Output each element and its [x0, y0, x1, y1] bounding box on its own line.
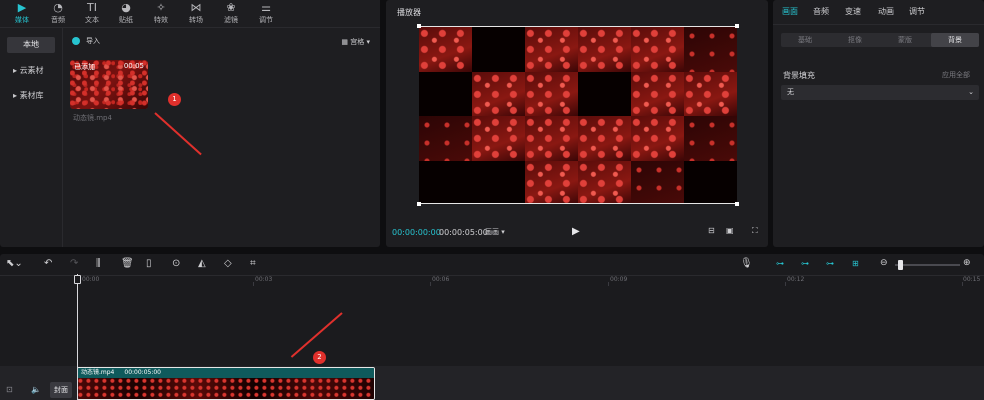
sidebar-item-cloud[interactable]: ▸ 云素材	[7, 63, 55, 79]
annotation-badge-2: 2	[313, 351, 326, 364]
preview-axis-icon[interactable]: ⊞	[852, 259, 859, 268]
clip-header: 动态镜.mp4 00:00:05:00	[78, 368, 374, 378]
chevron-down-icon: ⌄	[968, 88, 974, 96]
effects-icon: ✧	[156, 1, 166, 14]
background-fill-select[interactable]: 无 ⌄	[781, 85, 979, 100]
timeline-toolbar: ⬉⌄ ↶ ↷ ⫼ 🗑 ▯ ⊙ ◭ ◇ ⌗ 🎙 ⊶ ⊶ ⊶ ⊞ ⊖ ⊕	[0, 254, 984, 276]
track-mute-icon[interactable]: 🔈	[31, 385, 41, 394]
mirror-icon[interactable]: ◭	[198, 258, 206, 269]
quality-icon[interactable]: ▣	[726, 226, 734, 235]
adjust-icon: ⚌	[261, 1, 271, 14]
ruler-label: 00:15	[963, 276, 981, 283]
zoom-slider-handle[interactable]	[898, 260, 903, 270]
track-lock-icon[interactable]: ⊡	[6, 385, 13, 394]
player-title: 播放器	[397, 8, 421, 17]
tab-speed[interactable]: 变速	[845, 6, 861, 17]
crop-icon[interactable]: ⌗	[250, 258, 256, 269]
tab-filter[interactable]: ❀ 滤镜	[215, 0, 247, 28]
split-icon[interactable]: ⫼	[96, 258, 101, 269]
ruler-label: 00:12	[787, 276, 805, 283]
tab-picture[interactable]: 画面	[782, 6, 798, 17]
timeline-panel: ⬉⌄ ↶ ↷ ⫼ 🗑 ▯ ⊙ ◭ ◇ ⌗ 🎙 ⊶ ⊶ ⊶ ⊞ ⊖ ⊕ 00:00…	[0, 254, 984, 400]
sidebar-item-library[interactable]: ▸ 素材库	[7, 88, 55, 104]
inspector-panel: 画面 音频 变速 动画 调节 基础 抠像 蒙版 背景 背景填充 应用全部 无 ⌄	[773, 0, 984, 247]
ruler-label: 00:09	[610, 276, 628, 283]
transition-icon: ⋈	[190, 1, 202, 14]
clip-frames	[78, 378, 374, 399]
select-tool-icon[interactable]: ⬉⌄	[6, 258, 23, 269]
link-main-track-icon[interactable]: ⊶	[776, 259, 784, 268]
audio-icon: ◔	[53, 1, 63, 14]
subtab-background[interactable]: 背景	[931, 33, 979, 47]
playhead[interactable]	[77, 274, 78, 400]
timeline-clip[interactable]: 动态镜.mp4 00:00:05:00	[77, 367, 375, 400]
annotation-arrow-1	[154, 112, 202, 156]
inspector-subtabs: 基础 抠像 蒙版 背景	[781, 33, 979, 47]
ruler-label: 00:06	[432, 276, 450, 283]
reverse-icon[interactable]: ⊙	[172, 258, 180, 269]
tab-effects[interactable]: ✧ 特效	[145, 0, 177, 28]
tab-inspector-audio[interactable]: 音频	[813, 6, 829, 17]
clip-filename: 动态镜.mp4	[73, 114, 112, 122]
ratio-dropdown[interactable]: 画画 ▾	[485, 227, 505, 237]
sticker-icon: ◕	[121, 1, 131, 14]
background-fill-title: 背景填充	[783, 71, 815, 80]
text-icon: TI	[87, 1, 97, 14]
tab-adjust[interactable]: ⚌ 调节	[250, 0, 282, 28]
media-panel: ▶ 媒体 ◔ 音频 TI 文本 ◕ 贴纸 ✧ 特效 ⋈ 转场 ❀ 滤镜 ⚌ 调节 本地 ▸ 云素…	[0, 0, 380, 247]
zoom-in-icon[interactable]: ⊕	[963, 258, 971, 268]
ruler-label: 00:00	[82, 276, 100, 283]
waveform-icon[interactable]: ⊟	[708, 226, 715, 235]
zoom-slider[interactable]	[895, 264, 960, 266]
current-time: 00:00:00:00	[392, 228, 441, 237]
zoom-out-icon[interactable]: ⊖	[880, 258, 888, 268]
media-icon: ▶	[17, 1, 27, 14]
asset-toolbar: ▶ 媒体 ◔ 音频 TI 文本 ◕ 贴纸 ✧ 特效 ⋈ 转场 ❀ 滤镜 ⚌ 调节	[0, 0, 380, 28]
subtab-mask[interactable]: 蒙版	[881, 33, 929, 47]
import-icon	[72, 37, 80, 45]
total-time: 00:00:05:00	[439, 228, 488, 237]
undo-icon[interactable]: ↶	[44, 258, 52, 269]
microphone-icon[interactable]: 🎙	[740, 258, 753, 269]
fullscreen-icon[interactable]: ⛶	[752, 226, 758, 236]
rotate-icon[interactable]: ◇	[224, 258, 232, 269]
tab-animation[interactable]: 动画	[878, 6, 894, 17]
import-button[interactable]: 导入	[72, 36, 100, 48]
tab-transition[interactable]: ⋈ 转场	[180, 0, 212, 28]
redo-icon[interactable]: ↷	[70, 258, 78, 269]
view-toggle[interactable]: ▦ 宫格 ▾	[341, 37, 370, 47]
link-audio-icon[interactable]: ⊶	[801, 259, 809, 268]
subtab-cutout[interactable]: 抠像	[831, 33, 879, 47]
freeze-icon[interactable]: ▯	[146, 258, 152, 269]
cover-button[interactable]: 封面	[50, 382, 72, 398]
tab-audio[interactable]: ◔ 音频	[42, 0, 74, 28]
clip-duration: 00:05	[123, 62, 144, 70]
tab-text[interactable]: TI 文本	[76, 0, 108, 28]
delete-icon[interactable]: 🗑	[121, 258, 134, 269]
filter-icon: ❀	[226, 1, 236, 14]
player-panel: 播放器 00:00:00:00 00:00:05:00 画画 ▾ ▶ ⊟ ▣ ⛶	[386, 0, 768, 247]
playhead-handle[interactable]	[74, 275, 81, 284]
tab-inspector-adjust[interactable]: 调节	[909, 6, 925, 17]
added-badge: 已添加	[74, 63, 95, 71]
grid-icon: ▦	[341, 38, 351, 46]
media-clip-thumbnail[interactable]: 已添加 00:05	[70, 60, 148, 109]
tab-sticker[interactable]: ◕ 贴纸	[110, 0, 142, 28]
tab-media[interactable]: ▶ 媒体	[6, 0, 38, 28]
apply-all-button[interactable]: 应用全部	[942, 70, 970, 80]
sidebar-item-local[interactable]: 本地	[7, 37, 55, 53]
annotation-badge-1: 1	[168, 93, 181, 106]
play-button[interactable]: ▶	[572, 226, 580, 237]
subtab-basic[interactable]: 基础	[781, 33, 829, 47]
ruler-label: 00:03	[255, 276, 273, 283]
snap-icon[interactable]: ⊶	[826, 259, 834, 268]
video-preview[interactable]	[419, 26, 737, 204]
media-sidebar: 本地 ▸ 云素材 ▸ 素材库	[0, 28, 63, 247]
